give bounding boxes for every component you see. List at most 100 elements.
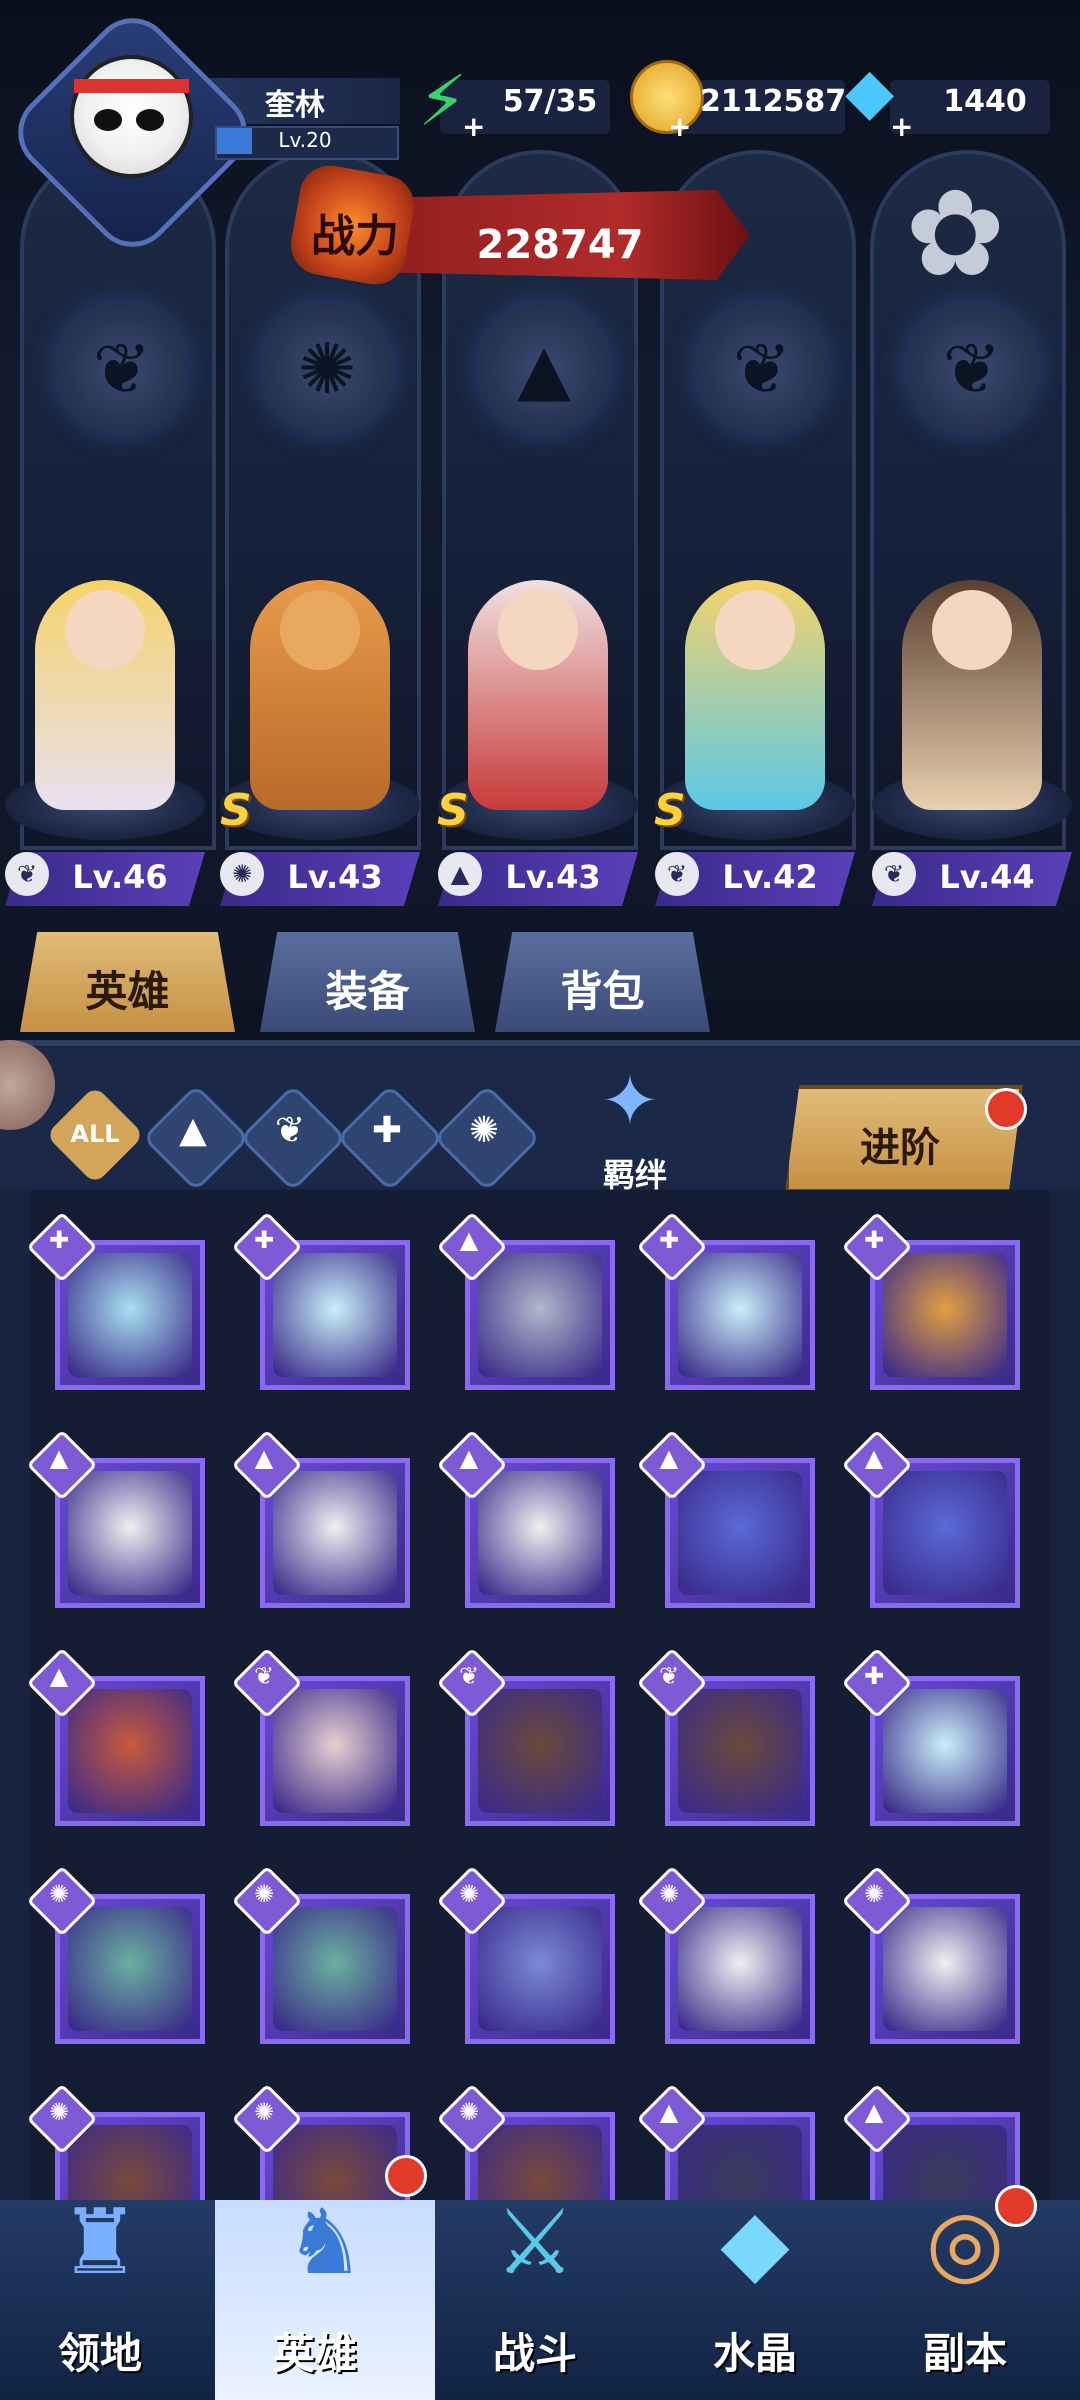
diamond-icon[interactable]: ◆: [845, 55, 894, 129]
hero-portrait: [883, 1689, 1007, 1813]
beast-icon: ✺: [253, 2098, 275, 2126]
beast-icon: ✺: [863, 1880, 885, 1908]
panda-eye: [94, 109, 122, 131]
mage-icon: ▲: [864, 2098, 884, 2126]
mage-icon: ▲: [254, 1444, 274, 1472]
energy-value: 57/35: [502, 84, 598, 119]
hero-portrait: [883, 1253, 1007, 1377]
player-name: 奎林: [265, 88, 325, 123]
hero-level: Lv.42: [722, 858, 818, 896]
hero-level: Lv.43: [287, 858, 383, 896]
wing-icon: ❦: [253, 1662, 275, 1690]
mage-icon: ▲: [864, 1444, 884, 1472]
lightning-icon[interactable]: ⚡: [418, 60, 467, 142]
hero-portrait: [68, 1907, 192, 2031]
hero-level: Lv.44: [939, 858, 1035, 896]
settings-flower-icon[interactable]: ✿: [905, 165, 1006, 304]
wing-icon: ❦: [658, 1662, 680, 1690]
advance-label: 进阶: [860, 1125, 940, 1171]
notification-dot: [985, 1088, 1027, 1130]
beast-icon: ✺: [458, 1880, 480, 1908]
power-value: 228747: [476, 222, 644, 268]
sword-icon[interactable]: ⚔: [460, 2190, 610, 2330]
mage-icon: ▲: [49, 1662, 69, 1690]
beast-icon: ✺: [253, 1880, 275, 1908]
beast-icon: ✺: [48, 1880, 70, 1908]
beast-icon: ✺: [48, 2098, 70, 2126]
hero-portrait: [883, 1471, 1007, 1595]
hero-head: [498, 590, 578, 670]
add-gems-icon[interactable]: +: [890, 110, 913, 143]
notification-dot: [385, 2155, 427, 2197]
hero-portrait: [478, 1471, 602, 1595]
hero-portrait: [478, 1253, 602, 1377]
wing-emblem-icon: ❦: [907, 304, 1037, 434]
hero-portrait: [273, 1253, 397, 1377]
add-energy-icon[interactable]: +: [462, 110, 485, 143]
wrench-icon: ✚: [863, 1662, 885, 1690]
hero-portrait: [478, 1689, 602, 1813]
hero-portrait: [678, 1253, 802, 1377]
hero-portrait: [273, 1471, 397, 1595]
gems-value: 1440: [943, 84, 1027, 119]
crystal-icon[interactable]: ◆: [680, 2190, 830, 2330]
wing-emblem-icon: ❦: [57, 304, 187, 434]
tab-equipment-label: 装备: [325, 967, 410, 1016]
wrench-icon: ✚: [253, 1226, 275, 1254]
wrench-icon: ✚: [48, 1226, 70, 1254]
wing-icon: ❦: [274, 1110, 306, 1151]
mage-icon: ▲: [179, 1110, 207, 1151]
hero-level: Lv.46: [72, 858, 168, 896]
mage-icon: ▲: [459, 1226, 479, 1254]
rank-badge: S: [220, 785, 252, 836]
hero-head: [715, 590, 795, 670]
mage-icon: ▲: [659, 1444, 679, 1472]
mage-icon: ▲: [49, 1444, 69, 1472]
add-gold-icon[interactable]: +: [668, 110, 691, 143]
gold-value: 2112587: [700, 84, 847, 119]
avatar[interactable]: [70, 55, 193, 178]
wing-icon: ❦: [458, 1662, 480, 1690]
hero-head: [932, 590, 1012, 670]
hero-portrait: [273, 1689, 397, 1813]
beast-icon: ✺: [468, 1110, 500, 1151]
hero-portrait: [678, 1907, 802, 2031]
wrench-icon: ✚: [863, 1226, 885, 1254]
hero-portrait: [478, 1907, 602, 2031]
headband: [74, 79, 189, 93]
hero-portrait: [678, 1689, 802, 1813]
mage-emblem-icon: ▲: [479, 304, 609, 434]
nav-crystal[interactable]: 水晶: [655, 2320, 855, 2381]
tab-hero-label: 英雄: [85, 967, 170, 1016]
hero-hat-icon[interactable]: ♞: [250, 2190, 400, 2330]
nav-battle[interactable]: 战斗: [435, 2320, 635, 2381]
wrench-icon: ✚: [658, 1226, 680, 1254]
rank-badge: S: [437, 785, 469, 836]
panda-eye: [136, 109, 164, 131]
wrench-icon: ✚: [371, 1110, 403, 1151]
player-level: Lv.20: [278, 128, 332, 152]
hero-portrait: [883, 1907, 1007, 2031]
beast-emblem-icon: ✺: [262, 304, 392, 434]
beast-icon: ✺: [458, 2098, 480, 2126]
wing-emblem-icon: ❦: [697, 304, 827, 434]
hero-portrait: [273, 1907, 397, 2031]
hero-slot-1[interactable]: [5, 560, 205, 840]
mage-icon: ▲: [659, 2098, 679, 2126]
hero-head: [280, 590, 360, 670]
hero-head: [65, 590, 145, 670]
power-label: 战力: [311, 211, 399, 262]
mage-icon: ▲: [459, 1444, 479, 1472]
nav-hero[interactable]: 英雄: [215, 2320, 415, 2381]
nav-dungeon[interactable]: 副本: [865, 2320, 1065, 2381]
gold-coin-icon[interactable]: [630, 60, 704, 134]
hero-portrait: [678, 1471, 802, 1595]
beast-icon: ✺: [658, 1880, 680, 1908]
bond-icon[interactable]: ✦: [565, 1060, 695, 1150]
hero-slot-5[interactable]: [872, 560, 1072, 840]
hero-level: Lv.43: [505, 858, 601, 896]
hero-portrait: [68, 1689, 192, 1813]
nav-territory[interactable]: 领地: [0, 2320, 200, 2381]
castle-icon[interactable]: ♜: [25, 2190, 175, 2330]
hero-portrait: [68, 1471, 192, 1595]
